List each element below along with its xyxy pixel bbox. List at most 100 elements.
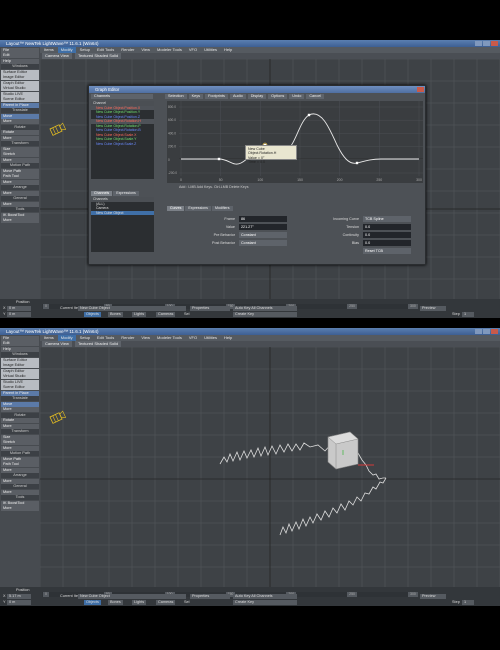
sidebar-button-ik-boosttool[interactable]: IK BoostTool xyxy=(1,212,39,218)
sidebar-button-image-editor[interactable]: Image Editor xyxy=(1,363,39,368)
sidebar-button-virtual-studio[interactable]: Virtual Studio xyxy=(1,86,39,91)
sidebar-button-move[interactable]: Move xyxy=(1,113,39,119)
step-field[interactable]: 1 xyxy=(462,311,474,317)
sidebar-button-scene-editor[interactable]: Scene Editor xyxy=(1,97,39,102)
tab-expressions-tree[interactable]: Expressions xyxy=(113,191,139,196)
post-behavior-select[interactable]: Constant xyxy=(239,240,287,246)
tab-channels[interactable]: Channels xyxy=(91,191,113,196)
properties-button[interactable]: Properties xyxy=(190,593,230,599)
frame-field[interactable]: 86 xyxy=(239,216,287,222)
key-point[interactable] xyxy=(217,157,221,161)
sel-button[interactable]: Sel xyxy=(182,600,192,605)
sidebar-button-image-editor[interactable]: Image Editor xyxy=(1,75,39,80)
incoming-curve-select[interactable]: TCB Spline xyxy=(363,216,411,222)
current-item-select[interactable]: New Cube Object xyxy=(78,305,186,311)
sidebar-button-edit[interactable]: Edit xyxy=(1,341,39,346)
ge-menu-options[interactable]: Options xyxy=(268,94,288,99)
objects-button[interactable]: Objects xyxy=(84,599,101,605)
sidebar-button-more[interactable]: More xyxy=(1,179,39,185)
properties-button[interactable]: Properties xyxy=(190,305,230,311)
sidebar-button-rotate[interactable]: Rotate xyxy=(1,418,39,423)
create-key-button[interactable]: Create Key xyxy=(233,311,297,317)
sidebar-button-surface-editor[interactable]: Surface Editor xyxy=(1,357,39,363)
sidebar-button-virtual-studio[interactable]: Virtual Studio xyxy=(1,374,39,379)
reset-tcb-button[interactable]: Reset TCB xyxy=(363,248,411,254)
sidebar-button-file[interactable]: File xyxy=(1,47,39,53)
sidebar-button-graph-editor[interactable]: Graph Editor xyxy=(1,368,39,374)
current-item-select[interactable]: New Cube Object xyxy=(78,593,186,599)
sidebar-button-move[interactable]: Move xyxy=(1,401,39,407)
tab-modifiers[interactable]: Modifiers xyxy=(211,206,233,211)
x-value[interactable]: 0 m xyxy=(7,305,31,311)
minimize-button[interactable] xyxy=(475,41,482,46)
bones-button[interactable]: Bones xyxy=(108,599,123,605)
maximize-button[interactable] xyxy=(483,329,490,334)
curve-plot[interactable]: 0 50 100 150 200 250 300800.0600.0400.0200.00-… xyxy=(167,101,423,183)
sidebar-button-more[interactable]: More xyxy=(1,478,39,484)
value-field[interactable]: 221.27° xyxy=(239,224,287,230)
sidebar-button-move-path[interactable]: Move Path xyxy=(1,456,39,462)
motion-path-lower[interactable] xyxy=(279,477,387,536)
sidebar-button-help[interactable]: Help xyxy=(1,58,39,64)
sidebar-button-more[interactable]: More xyxy=(1,467,39,473)
cameras-button[interactable]: Cameras xyxy=(156,311,176,317)
3d-viewport[interactable] xyxy=(40,347,500,587)
sidebar-button-more[interactable]: More xyxy=(1,190,39,196)
ge-menu-selection[interactable]: Selection xyxy=(165,94,187,99)
maximize-button[interactable] xyxy=(483,41,490,46)
sidebar-button-more[interactable]: More xyxy=(1,218,39,223)
sidebar-button-edit[interactable]: Edit xyxy=(1,53,39,58)
close-icon[interactable] xyxy=(417,87,424,92)
cube-object[interactable] xyxy=(327,431,374,470)
close-button[interactable] xyxy=(491,41,498,46)
ge-menu-audio[interactable]: Audio xyxy=(229,94,246,99)
sidebar-button-help[interactable]: Help xyxy=(1,346,39,352)
sidebar-button-studio-live[interactable]: Studio LIVE xyxy=(1,379,39,385)
close-button[interactable] xyxy=(491,329,498,334)
tab-expressions[interactable]: Expressions xyxy=(185,206,211,211)
objects-button[interactable]: Objects xyxy=(84,311,101,317)
sidebar-button-parent-in-place[interactable]: Parent in Place xyxy=(1,102,39,108)
sidebar-button-ik-boosttool[interactable]: IK BoostTool xyxy=(1,500,39,506)
bias-field[interactable]: 0.0 xyxy=(363,240,411,246)
ge-menu-keys[interactable]: Keys xyxy=(188,94,204,99)
sidebar-button-stretch[interactable]: Stretch xyxy=(1,440,39,445)
cameras-button[interactable]: Cameras xyxy=(156,599,176,605)
sidebar-button-more[interactable]: More xyxy=(1,157,39,163)
sidebar-button-rotate[interactable]: Rotate xyxy=(1,130,39,135)
sidebar-button-more[interactable]: More xyxy=(1,119,39,124)
channel-tree[interactable]: Channels (ALL) Camera New Cube Object xyxy=(91,197,154,252)
tension-field[interactable]: 0.0 xyxy=(363,224,411,230)
tab-curves[interactable]: Curves xyxy=(167,206,185,211)
channel-row[interactable]: New Cube Object.Scale.Z xyxy=(91,142,154,147)
sidebar-button-move-path[interactable]: Move Path xyxy=(1,168,39,174)
preview-button[interactable]: Preview xyxy=(420,305,446,311)
sidebar-button-more[interactable]: More xyxy=(1,445,39,451)
auto-key-toggle[interactable]: Auto Key All Channels xyxy=(233,305,297,311)
sidebar-button-size[interactable]: Size xyxy=(1,434,39,440)
curve-graph[interactable]: 0 50 100 150 200 250 300 800.0 600.0 400.0 200.0 0-… xyxy=(167,101,423,183)
bones-button[interactable]: Bones xyxy=(108,311,123,317)
minimize-button[interactable] xyxy=(475,329,482,334)
sel-button[interactable]: Sel xyxy=(182,312,192,317)
sidebar-button-path-tool[interactable]: Path Tool xyxy=(1,174,39,179)
ge-menu-channels[interactable]: Channels xyxy=(91,94,153,99)
lights-button[interactable]: Lights xyxy=(132,599,147,605)
tree-item-cube[interactable]: New Cube Object xyxy=(91,210,154,215)
ge-menu-footprints[interactable]: Footprints xyxy=(205,94,228,99)
sidebar-button-scene-editor[interactable]: Scene Editor xyxy=(1,385,39,390)
sidebar-button-path-tool[interactable]: Path Tool xyxy=(1,462,39,467)
key-point[interactable] xyxy=(307,113,311,117)
ge-menu-display[interactable]: Display xyxy=(247,94,267,99)
sidebar-button-size[interactable]: Size xyxy=(1,146,39,152)
sidebar-button-parent-in-place[interactable]: Parent in Place xyxy=(1,390,39,396)
ge-menu-cancel[interactable]: Cancel xyxy=(306,94,325,99)
y-value[interactable]: 0 m xyxy=(7,599,31,605)
sidebar-button-studio-live[interactable]: Studio LIVE xyxy=(1,91,39,97)
step-field[interactable]: 1 xyxy=(462,599,474,605)
x-value[interactable]: 5.17 m xyxy=(7,593,31,599)
pre-behavior-select[interactable]: Constant xyxy=(239,232,287,238)
sidebar-button-more[interactable]: More xyxy=(1,201,39,207)
auto-key-toggle[interactable]: Auto Key All Channels xyxy=(233,593,297,599)
sidebar-button-graph-editor[interactable]: Graph Editor xyxy=(1,80,39,86)
